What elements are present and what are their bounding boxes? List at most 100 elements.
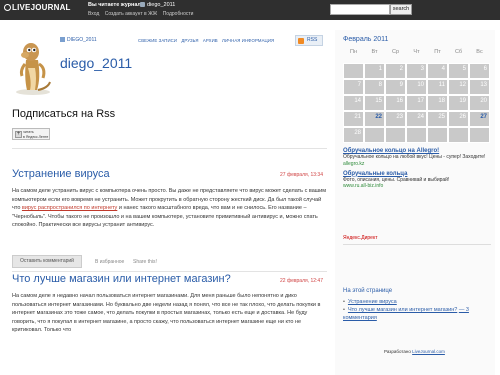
livejournal-logo[interactable]: LIVEJOURNAL xyxy=(4,3,71,12)
calendar-empty-cell xyxy=(343,63,364,79)
calendar-day: 19 xyxy=(448,95,469,111)
weekday-label: Пт xyxy=(434,49,441,55)
calendar-day: 9 xyxy=(385,79,406,95)
divider xyxy=(12,148,327,149)
calendar-empty-cell xyxy=(364,127,385,143)
lj-logo-icon xyxy=(4,4,11,11)
user-icon xyxy=(60,37,65,42)
weekday-label: Пн xyxy=(350,49,357,55)
calendar-day: 3 xyxy=(406,63,427,79)
yandex-direct-link[interactable]: Яндекс.Директ xyxy=(343,235,377,241)
ad-url[interactable]: www.ru.all-biz.info xyxy=(343,183,493,190)
post-title[interactable]: Что лучше магазин или интернет магазин? xyxy=(12,273,231,285)
calendar-empty-cell xyxy=(448,127,469,143)
rss-icon xyxy=(298,38,304,44)
nav-recent-entries[interactable]: СВЕЖИЕ ЗАПИСИ xyxy=(138,38,177,43)
logo-text: LIVEJOURNAL xyxy=(12,3,71,12)
calendar-day: 28 xyxy=(343,127,364,143)
on-page-link[interactable]: Что лучше магазин или интернет магазин? xyxy=(348,307,457,313)
ad-block: Обручальное кольцо на Allegro! Обручальн… xyxy=(343,148,493,190)
calendar-day: 18 xyxy=(427,95,448,111)
journal-title[interactable]: diego_2011 xyxy=(60,55,132,71)
rss-button[interactable]: RSS xyxy=(295,35,323,46)
calendar-day: 6 xyxy=(469,63,490,79)
weekday-label: Вт xyxy=(371,49,378,55)
weekday-label: Сб xyxy=(454,49,463,55)
list-item: Устранение вируса xyxy=(343,298,493,306)
rss-label: RSS xyxy=(307,37,318,43)
yandex-lenta-button[interactable]: + читать в Яндекс.Ленте xyxy=(12,128,50,140)
on-this-page-title: На этой странице xyxy=(343,288,393,294)
user-icon xyxy=(140,2,145,7)
list-item: Что лучше магазин или интернет магазин? … xyxy=(343,306,493,322)
journal-username-link[interactable]: DIEGO_2011 xyxy=(60,37,97,43)
calendar-day: 15 xyxy=(364,95,385,111)
divider xyxy=(343,244,491,245)
calendar-day: 4 xyxy=(427,63,448,79)
yandex-button-line2: в Яндекс.Ленте xyxy=(23,134,49,139)
livejournal-link[interactable]: LiveJournal.com xyxy=(412,349,445,354)
weekday-label: Вс xyxy=(476,49,483,55)
calendar-day: 13 xyxy=(469,79,490,95)
ad-text: Обручальное кольцо на любой вкус! Цены -… xyxy=(343,154,486,160)
post-title[interactable]: Устранение вируса xyxy=(12,168,110,180)
calendar-day: 11 xyxy=(427,79,448,95)
calendar-day: 2 xyxy=(385,63,406,79)
calendar-day[interactable]: 22 xyxy=(364,111,385,127)
nav-profile[interactable]: ЛИЧНАЯ ИНФОРМАЦИЯ xyxy=(222,38,274,43)
reading-label: Вы читаете журнал xyxy=(88,2,141,8)
calendar-day: 20 xyxy=(469,95,490,111)
reading-user-link[interactable]: diego_2011 xyxy=(140,2,175,8)
weekday-label: Чт xyxy=(413,49,420,55)
on-page-link[interactable]: Устранение вируса xyxy=(348,299,397,305)
plus-icon: + xyxy=(15,131,22,138)
share-link[interactable]: Share this! xyxy=(133,259,157,265)
powered-prefix: Разработано xyxy=(384,349,411,354)
calendar-empty-cell xyxy=(385,127,406,143)
post-body: На самом деле устранить вирус с компьюте… xyxy=(12,187,328,230)
on-this-page-list: Устранение вируса Что лучше магазин или … xyxy=(343,298,493,322)
calendar-day: 25 xyxy=(427,111,448,127)
post-date: 22 февраля, 12:47 xyxy=(280,278,323,284)
weekday-label: Ср xyxy=(391,49,400,55)
calendar-day: 1 xyxy=(364,63,385,79)
search-button[interactable]: search xyxy=(390,4,412,15)
reading-user-name: diego_2011 xyxy=(147,2,176,8)
calendar-day: 12 xyxy=(448,79,469,95)
calendar-day: 23 xyxy=(385,111,406,127)
ad-url[interactable]: allegro.kz xyxy=(343,161,493,168)
calendar-grid: Пн Вт Ср Чт Пт Сб Вс 1 2 3 4 5 6 7 8 9 10 11 12 13 14… xyxy=(343,47,490,143)
leave-comment-button[interactable]: Оставить комментарий xyxy=(12,255,82,268)
details-link[interactable]: Подробности xyxy=(163,11,194,17)
user-avatar[interactable] xyxy=(12,38,54,96)
calendar-day: 21 xyxy=(343,111,364,127)
calendar-day: 14 xyxy=(343,95,364,111)
post-body: На самом деле я недавно начал пользовать… xyxy=(12,293,321,333)
nav-archive[interactable]: АРХИВ xyxy=(203,38,218,43)
top-links: Вход Создать аккаунт в ЖЖ Подробности xyxy=(88,11,197,17)
divider xyxy=(12,271,327,272)
post-body-link[interactable]: вирус распространился по интернету xyxy=(22,205,117,211)
login-link[interactable]: Вход xyxy=(88,11,99,17)
calendar-empty-cell xyxy=(427,127,448,143)
calendar-day: 8 xyxy=(364,79,385,95)
calendar-day: 10 xyxy=(406,79,427,95)
powered-by: Разработано LiveJournal.com xyxy=(384,349,445,354)
calendar-day: 24 xyxy=(406,111,427,127)
calendar-day[interactable]: 27 xyxy=(469,111,490,127)
add-to-favorites-link[interactable]: В избранное xyxy=(95,259,124,265)
calendar-empty-cell xyxy=(469,127,490,143)
calendar-day: 5 xyxy=(448,63,469,79)
journal-nav: СВЕЖИЕ ЗАПИСИ ДРУЗЬЯ АРХИВ ЛИЧНАЯ ИНФОРМ… xyxy=(138,38,277,43)
search-input[interactable] xyxy=(330,4,390,15)
calendar-day: 26 xyxy=(448,111,469,127)
subscribe-heading: Подписаться на Rss xyxy=(12,108,116,120)
nav-friends[interactable]: ДРУЗЬЯ xyxy=(181,38,198,43)
calendar-day: 7 xyxy=(343,79,364,95)
journal-username-text: DIEGO_2011 xyxy=(67,37,97,43)
create-account-link[interactable]: Создать аккаунт в ЖЖ xyxy=(105,11,158,17)
calendar-empty-cell xyxy=(406,127,427,143)
calendar-title[interactable]: Февраль 2011 xyxy=(343,36,388,43)
post-date: 27 февраля, 13:34 xyxy=(280,172,323,178)
calendar-day: 16 xyxy=(385,95,406,111)
